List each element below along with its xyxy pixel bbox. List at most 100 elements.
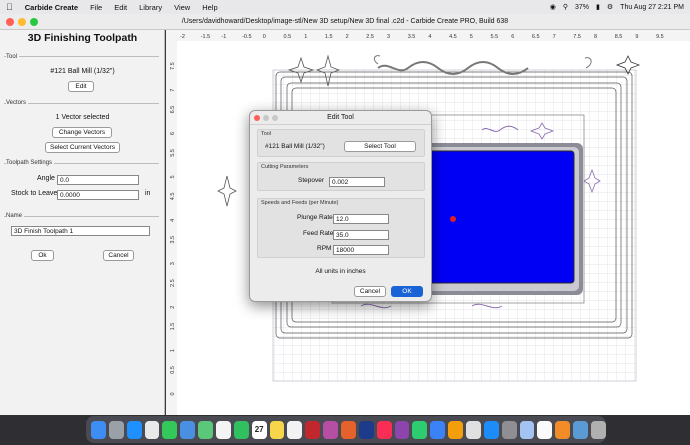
select-current-vectors-button[interactable]: Select Current Vectors xyxy=(45,142,120,153)
stepover-input[interactable]: 0.002 xyxy=(329,177,385,187)
stock-to-leave-input[interactable]: 0.0000 xyxy=(57,190,139,200)
affinity-publisher-icon[interactable] xyxy=(341,420,356,439)
edit-tool-button[interactable]: Edit xyxy=(68,81,94,92)
plunge-rate-label: Plunge Rate xyxy=(297,214,333,221)
photos-icon[interactable] xyxy=(216,420,231,439)
status-area: ◉ ⚲ 37% ▮ ⚙ Thu Aug 27 2:21 PM xyxy=(550,0,684,14)
scroll-curl-left xyxy=(373,55,381,65)
control-center-icon[interactable]: ⚙ xyxy=(607,3,613,11)
plunge-rate-input[interactable]: 12.0 xyxy=(333,214,389,224)
safari-icon[interactable] xyxy=(126,420,142,439)
notes-icon[interactable] xyxy=(269,420,285,439)
affinity-designer-icon[interactable] xyxy=(305,420,321,439)
change-vectors-button[interactable]: Change Vectors xyxy=(52,127,112,138)
downloads-icon[interactable] xyxy=(573,420,589,439)
maps-icon[interactable] xyxy=(198,420,214,439)
dialog-tool-section-label: Tool xyxy=(261,131,272,137)
top-ruler-tick-label: 5 xyxy=(470,34,473,40)
top-ruler-tick-label: 8 xyxy=(594,34,597,40)
battery-icon[interactable]: ▮ xyxy=(596,3,600,11)
zoom-window-button[interactable] xyxy=(30,18,38,26)
selected-design[interactable] xyxy=(423,150,575,284)
top-ruler-tick-label: -1.5 xyxy=(201,34,210,40)
name-section-label: Name xyxy=(6,213,25,219)
top-ruler-tick-label: 4.5 xyxy=(449,34,457,40)
window-titlebar: /Users/davidhoward/Desktop/image-stl/New… xyxy=(0,14,690,30)
top-ruler-tick-label: 2.5 xyxy=(366,34,374,40)
podcasts-icon[interactable] xyxy=(394,420,410,439)
menu-view[interactable]: View xyxy=(174,3,190,12)
angle-input[interactable]: 0.0 xyxy=(57,175,139,185)
search-icon[interactable]: ⚲ xyxy=(563,3,568,11)
cutting-parameters-group: Cutting Parameters Stepover 0.002 xyxy=(257,162,425,191)
apple-menu-icon[interactable]:  xyxy=(6,2,13,12)
finder-icon[interactable] xyxy=(91,420,106,439)
left-ruler-tick-label: 6 xyxy=(170,132,176,135)
dialog-cancel-button[interactable]: Cancel xyxy=(354,286,386,297)
menu-bar:  Carbide Create File Edit Library View … xyxy=(0,0,690,14)
fusion-icon[interactable] xyxy=(555,420,571,439)
music-icon[interactable] xyxy=(376,420,392,439)
left-ruler-tick-label: 3 xyxy=(170,262,176,265)
trash-icon[interactable] xyxy=(591,420,606,439)
facetime-icon[interactable] xyxy=(233,420,249,439)
menu-file[interactable]: File xyxy=(90,3,102,12)
calendar-icon[interactable]: 27 xyxy=(251,420,267,439)
numbers-icon[interactable] xyxy=(412,420,428,439)
select-tool-button[interactable]: Select Tool xyxy=(344,141,416,152)
clock[interactable]: Thu Aug 27 2:21 PM xyxy=(620,4,684,11)
app-store-icon[interactable] xyxy=(483,420,499,439)
pages-icon[interactable] xyxy=(448,420,464,439)
edit-tool-dialog: Edit Tool Tool #121 Ball Mill (1/32") Se… xyxy=(249,110,432,302)
feed-rate-input[interactable]: 35.0 xyxy=(333,230,389,240)
scroll-curl-right xyxy=(584,57,592,69)
close-window-button[interactable] xyxy=(6,18,14,26)
preview-icon[interactable] xyxy=(519,420,535,439)
top-ruler-tick-label: 6 xyxy=(511,34,514,40)
dialog-ok-button[interactable]: OK xyxy=(391,286,423,297)
top-ruler-tick-label: 0.5 xyxy=(284,34,292,40)
launchpad-icon[interactable] xyxy=(108,420,124,439)
rpm-label: RPM xyxy=(317,245,332,252)
messages-icon[interactable] xyxy=(162,420,178,439)
reminders-icon[interactable] xyxy=(287,420,303,439)
left-ruler-tick-label: 2.5 xyxy=(170,279,176,287)
origin-marker xyxy=(450,216,456,222)
panel-ok-button[interactable]: Ok xyxy=(31,250,54,261)
dock-area: 27 xyxy=(0,415,690,445)
wifi-icon[interactable]: ◉ xyxy=(550,3,556,11)
left-ruler-tick-label: 5 xyxy=(170,175,176,178)
left-ruler-tick-label: 0 xyxy=(170,392,176,395)
affinity-photo-icon[interactable] xyxy=(323,420,339,439)
system-preferences-icon[interactable] xyxy=(501,420,517,439)
mail-icon[interactable] xyxy=(180,420,196,439)
top-ruler-tick-label: 8.5 xyxy=(615,34,623,40)
window-title: /Users/davidhoward/Desktop/image-stl/New… xyxy=(181,18,509,25)
panel-title: 3D Finishing Toolpath xyxy=(27,32,138,44)
keynote-icon[interactable] xyxy=(430,420,446,439)
toolpath-panel: 3D Finishing Toolpath Tool #121 Ball Mil… xyxy=(0,30,165,415)
chrome-icon[interactable] xyxy=(144,420,160,439)
carbide-create-icon[interactable] xyxy=(466,420,481,439)
top-ruler-tick-label: 1 xyxy=(304,34,307,40)
settings-section-label: Toolpath Settings xyxy=(6,160,55,166)
menu-help[interactable]: Help xyxy=(202,3,217,12)
left-ruler-tick-label: 1.5 xyxy=(170,323,176,331)
toolpath-name-input[interactable]: 3D Finish Toolpath 1 xyxy=(11,226,150,236)
tool-name: #121 Ball Mill (1/32") xyxy=(50,68,115,75)
feed-rate-label: Feed Rate xyxy=(303,230,334,237)
menu-edit[interactable]: Edit xyxy=(114,3,127,12)
left-ruler-tick-label: 2 xyxy=(170,306,176,309)
stock-unit: in xyxy=(145,190,151,197)
cutting-parameters-label: Cutting Parameters xyxy=(261,164,309,170)
rpm-input[interactable]: 18000 xyxy=(333,245,389,255)
top-ruler-tick-label: 7 xyxy=(553,34,556,40)
app-menu[interactable]: Carbide Create xyxy=(25,3,78,12)
left-ruler-tick-label: 7 xyxy=(170,89,176,92)
panel-cancel-button[interactable]: Cancel xyxy=(103,250,134,261)
menu-library[interactable]: Library xyxy=(139,3,162,12)
photoshop-icon[interactable] xyxy=(358,420,374,439)
left-ruler-tick-label: 4 xyxy=(170,219,176,222)
minimize-window-button[interactable] xyxy=(18,18,26,26)
textedit-icon[interactable] xyxy=(537,420,553,439)
